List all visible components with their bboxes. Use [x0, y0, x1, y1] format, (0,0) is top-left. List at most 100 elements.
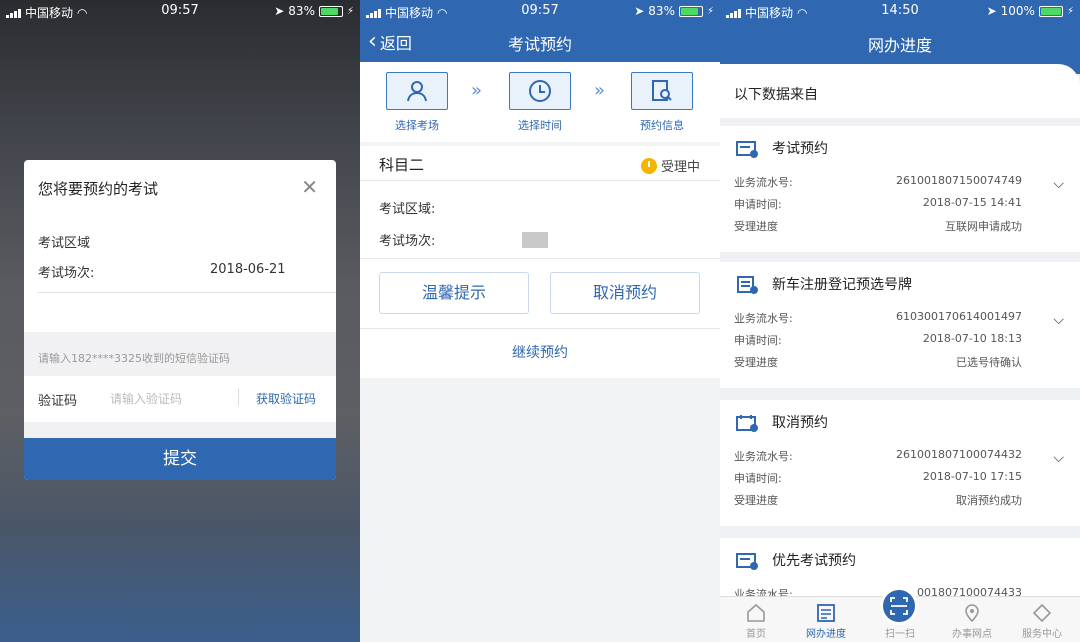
- record-card[interactable]: 取消预约 业务流水号: 261001807100074432 申请时间: 2018-…: [720, 400, 1080, 526]
- exam-booking-screen: 中国移动 ◠ 09:57 ➤ 83% ⚡ ‹ 返回 考试预约 选择考场 » 选择时间 »…: [360, 0, 720, 642]
- cancel-booking-button[interactable]: 取消预约: [550, 272, 700, 314]
- scan-button[interactable]: [880, 587, 918, 625]
- data-source-header: 以下数据来自: [720, 64, 1080, 118]
- progress-screen: 中国移动 ◠ 14:50 ➤ 100% ⚡ 网办进度 以下数据来自 考试预约 业务流水…: [720, 0, 1080, 642]
- record-title: 优先考试预约: [772, 553, 856, 569]
- divider: [38, 292, 336, 293]
- step-booking-info: 预约信息: [631, 72, 693, 133]
- tab-label: 网办进度: [806, 629, 846, 640]
- step-select-venue: 选择考场: [386, 72, 448, 133]
- record-card[interactable]: 新车注册登记预选号牌 业务流水号: 610300170614001497 申请时间…: [720, 262, 1080, 388]
- record-value: 互联网申请成功: [945, 220, 1022, 233]
- area-label: 考试区域: [38, 236, 91, 251]
- record-row: 申请时间: 2018-07-10 18:13: [734, 332, 1022, 348]
- code-label: 验证码: [38, 394, 78, 409]
- clock-icon: [529, 80, 551, 102]
- card-icon: [736, 553, 758, 570]
- record-row: 受理进度 取消预约成功: [734, 492, 1022, 508]
- spacer: [24, 422, 336, 438]
- record-row: 受理进度 已选号待确认: [734, 354, 1022, 370]
- chevron-double-right-icon: »: [471, 80, 483, 101]
- tips-button[interactable]: 温馨提示: [379, 272, 529, 314]
- battery-icon: [318, 5, 343, 17]
- record-key: 受理进度: [734, 220, 778, 233]
- tab-label: 服务中心: [1022, 629, 1062, 640]
- exam-confirm-modal: 您将要预约的考试 ✕ 考试区域 考试场次: 2018-06-21 请输入182*…: [24, 160, 336, 480]
- user-icon: [407, 81, 427, 102]
- subject-title: 科目二: [379, 156, 425, 174]
- chevron-double-right-icon: »: [594, 80, 606, 101]
- code-input[interactable]: 请输入验证码: [110, 390, 182, 407]
- close-icon[interactable]: ✕: [301, 177, 318, 197]
- record-key: 申请时间:: [734, 334, 782, 347]
- record-key: 受理进度: [734, 494, 778, 507]
- code-row: 验证码 请输入验证码 获取验证码: [24, 376, 336, 422]
- step-indicator: 选择考场 » 选择时间 » 预约信息: [360, 62, 720, 142]
- nav-bar: ‹ 返回 考试预约: [360, 22, 720, 62]
- chevron-down-icon[interactable]: ⌵: [1053, 176, 1064, 192]
- status-badge: 受理中: [640, 156, 700, 175]
- page-title: 考试预约: [507, 35, 572, 54]
- session-value: 2018-06-21: [210, 262, 286, 277]
- divider: [238, 388, 239, 406]
- record-row: 申请时间: 2018-07-10 17:15: [734, 470, 1022, 486]
- record-row: 业务流水号: 261001807100074432: [734, 448, 1022, 464]
- record-title: 取消预约: [772, 415, 828, 431]
- status-bar: 中国移动 ◠ 09:57 ➤ 83% ⚡: [360, 0, 720, 22]
- charging-icon: ⚡: [1066, 5, 1074, 17]
- get-code-button[interactable]: 获取验证码: [256, 390, 316, 407]
- record-key: 申请时间:: [734, 198, 782, 211]
- clock-icon: [640, 157, 657, 174]
- record-key: 业务流水号:: [734, 450, 793, 463]
- location-pin-icon: [965, 604, 979, 623]
- status-bar: 中国移动 ◠ 09:57 ➤ 83% ⚡: [0, 0, 360, 22]
- modal-title: 您将要预约的考试: [38, 180, 159, 198]
- status-bar: 中国移动 ◠ 14:50 ➤ 100% ⚡: [720, 0, 1080, 22]
- record-value: 261001807150074749: [896, 174, 1022, 187]
- divider: [360, 180, 720, 181]
- sms-hint: 请输入182****3325收到的短信验证码: [24, 332, 336, 376]
- tab-bar: 首页 网办进度 扫一扫 办事网点 服务中心: [720, 587, 1080, 642]
- scan-icon: [890, 597, 908, 615]
- step-select-time: 选择时间: [509, 72, 571, 133]
- tab-label: 首页: [746, 629, 766, 640]
- record-card[interactable]: 考试预约 业务流水号: 261001807150074749 申请时间: 2018-…: [720, 126, 1080, 252]
- record-key: 业务流水号:: [734, 312, 793, 325]
- location-icon: ➤: [634, 4, 645, 18]
- record-title: 考试预约: [772, 141, 828, 157]
- step-label: 选择时间: [518, 119, 562, 132]
- area-label: 考试区域:: [379, 202, 436, 217]
- divider: [360, 328, 720, 329]
- chevron-down-icon[interactable]: ⌵: [1053, 450, 1064, 466]
- record-key: 受理进度: [734, 356, 778, 369]
- exam-confirm-screen: 中国移动 ◠ 09:57 ➤ 83% ⚡ 您将要预约的考试 ✕ 考试区域 考试场次: …: [0, 0, 360, 642]
- redacted-block: [522, 232, 548, 248]
- continue-booking-link[interactable]: 继续预约: [360, 342, 720, 362]
- tab-service-points[interactable]: 办事网点: [942, 601, 1002, 640]
- tab-scan-label[interactable]: 扫一扫: [870, 625, 930, 640]
- battery-percent: 100%: [1000, 4, 1035, 18]
- battery-icon: [1038, 5, 1063, 17]
- divider: [360, 258, 720, 259]
- chevron-down-icon[interactable]: ⌵: [1053, 312, 1064, 328]
- calendar-icon: [736, 415, 758, 432]
- tab-service-center[interactable]: 服务中心: [1012, 601, 1072, 640]
- session-label: 考试场次:: [379, 234, 436, 249]
- location-icon: ➤: [986, 4, 997, 18]
- service-icon: [1032, 603, 1052, 623]
- submit-button[interactable]: 提交: [24, 438, 336, 480]
- tab-progress[interactable]: 网办进度: [796, 601, 856, 640]
- document-icon: [737, 276, 758, 294]
- tab-home[interactable]: 首页: [726, 601, 786, 640]
- record-row: 业务流水号: 261001807150074749: [734, 174, 1022, 190]
- card-icon: [736, 141, 758, 158]
- record-row: 受理进度 互联网申请成功: [734, 218, 1022, 234]
- list-icon: [817, 604, 835, 622]
- booking-card: 科目二 受理中 考试区域: 考试场次: 温馨提示 取消预约 继续预约: [360, 146, 720, 378]
- status-text: 受理中: [660, 160, 700, 175]
- tab-label: 办事网点: [952, 629, 992, 640]
- battery-percent: 83%: [288, 4, 315, 18]
- record-value: 取消预约成功: [956, 494, 1022, 507]
- battery-percent: 83%: [648, 4, 675, 18]
- charging-icon: ⚡: [706, 5, 714, 17]
